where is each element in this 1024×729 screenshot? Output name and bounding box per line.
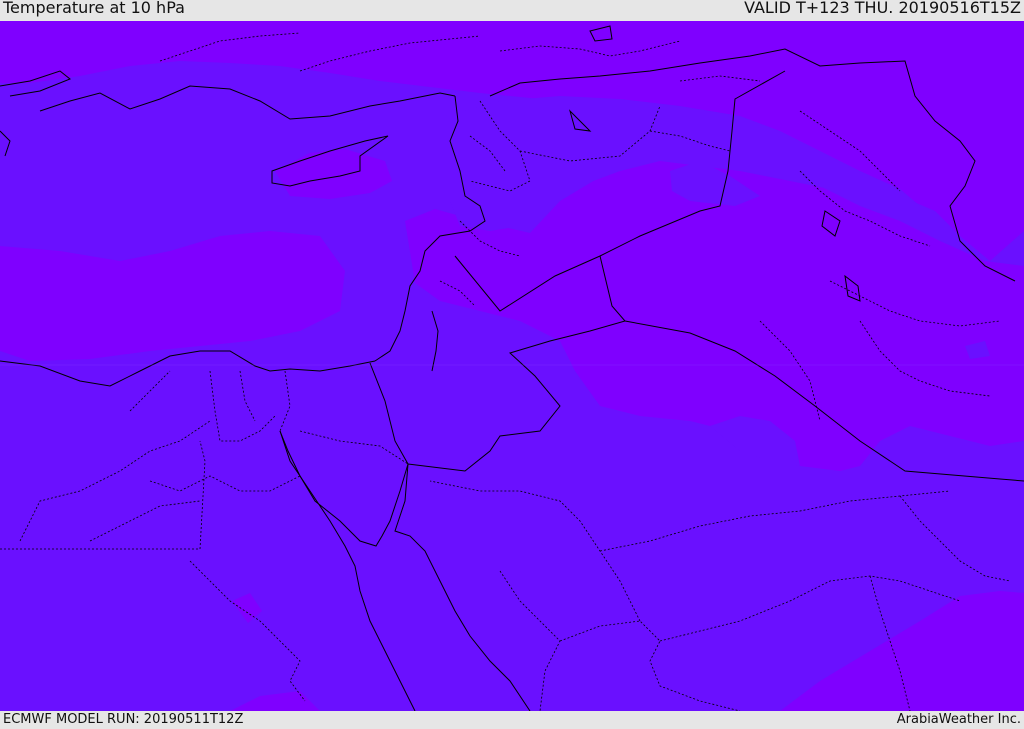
- map-title: Temperature at 10 hPa: [3, 0, 185, 17]
- model-run: ECMWF MODEL RUN: 20190511T12Z: [3, 712, 244, 727]
- footer-bar: ECMWF MODEL RUN: 20190511T12Z ArabiaWeat…: [0, 711, 1024, 729]
- header-bar: Temperature at 10 hPa VALID T+123 THU. 2…: [0, 0, 1024, 21]
- credit-text: ArabiaWeather Inc.: [896, 712, 1021, 727]
- map-svg: [0, 21, 1024, 711]
- map-panel[interactable]: [0, 21, 1024, 711]
- valid-time: VALID T+123 THU. 20190516T15Z: [744, 0, 1021, 17]
